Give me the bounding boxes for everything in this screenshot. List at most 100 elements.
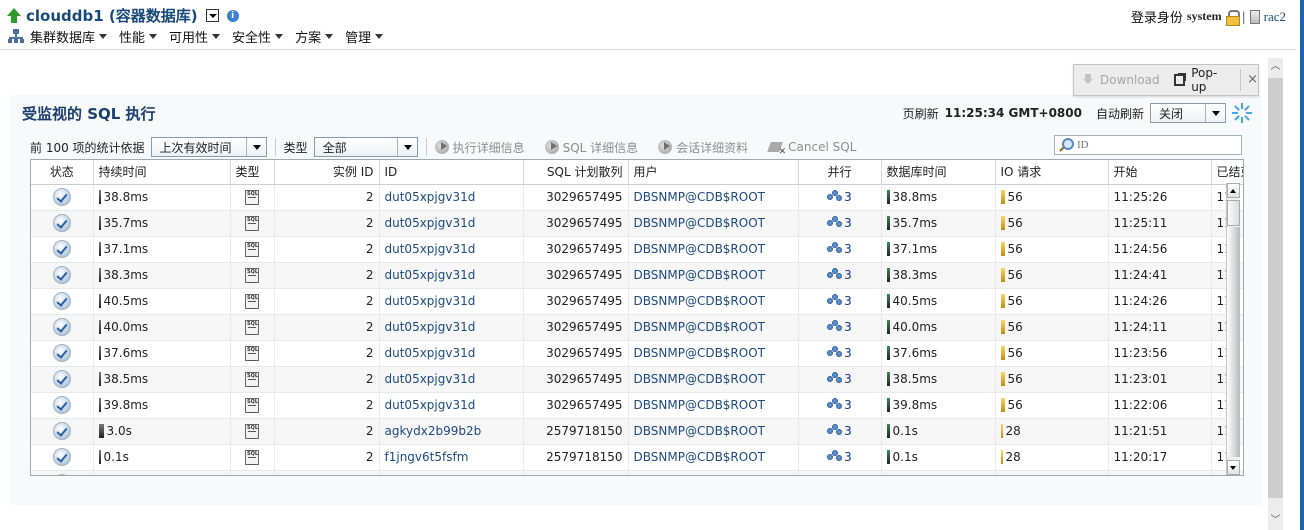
parallel-cell[interactable]: 3	[798, 392, 882, 419]
col-parallel[interactable]: 并行	[798, 160, 882, 185]
user-link[interactable]: DBSNMP@CDB$ROOT	[628, 366, 799, 393]
search-input[interactable]: ID	[1054, 135, 1242, 155]
page-scroll-thumb[interactable]	[1268, 78, 1283, 498]
go-icon	[434, 140, 449, 154]
menu-schema[interactable]: 方案	[295, 27, 334, 46]
col-end[interactable]: 已结束	[1211, 160, 1243, 185]
search-icon[interactable]	[1059, 138, 1074, 152]
page-scrollbar[interactable]: ︿ ﹀	[1268, 58, 1283, 530]
table-row[interactable]: 38.8ms 2dut05xpjgv31d3029657495DBSNMP@CDB…	[31, 184, 1243, 211]
parallel-cell[interactable]: 3	[798, 366, 882, 393]
sql-monitor-table: 状态 持续时间 类型 实例 ID ID SQL 计划散列 用户 并行 数据库时间…	[30, 159, 1244, 476]
col-start[interactable]: 开始	[1108, 160, 1212, 185]
parallel-cell[interactable]: 3	[798, 418, 882, 445]
user-link[interactable]: DBSNMP@CDB$ROOT	[628, 392, 799, 419]
table-row[interactable]: 3.0s 2agkydx2b99b2b2579718150DBSNMP@CDB$R…	[31, 418, 1243, 445]
parallel-cell[interactable]: 3	[798, 210, 882, 237]
session-details-button[interactable]: 会话详细资料	[658, 139, 748, 156]
download-button[interactable]: Download	[1082, 73, 1160, 87]
popup-button[interactable]: Pop-up	[1173, 66, 1230, 94]
col-user[interactable]: 用户	[628, 160, 799, 185]
io-bar	[1000, 190, 1005, 205]
table-row[interactable]: 37.6ms 2dut05xpjgv31d3029657495DBSNMP@CDB…	[31, 340, 1243, 367]
type-select[interactable]: 全部	[313, 137, 418, 157]
sql-id-link[interactable]: dut05xpjgv31d	[379, 366, 524, 393]
menu-security[interactable]: 安全性	[232, 27, 284, 46]
host-link[interactable]: rac2	[1264, 9, 1286, 25]
parallel-cell[interactable]: 3	[798, 236, 882, 263]
user-link[interactable]: DBSNMP@CDB$ROOT	[628, 288, 799, 315]
scroll-down-button[interactable]	[1227, 460, 1240, 475]
col-id[interactable]: ID	[379, 160, 524, 185]
parallel-cell[interactable]: 3	[798, 444, 882, 471]
scroll-thumb[interactable]	[1227, 200, 1240, 226]
info-icon[interactable]: i	[226, 9, 239, 22]
table-row[interactable]: 38.3ms 2dut05xpjgv31d3029657495DBSNMP@CDB…	[31, 262, 1243, 289]
user-link[interactable]: DBSNMP@CDB$ROOT	[628, 210, 799, 237]
parallel-cell[interactable]: 3	[798, 340, 882, 367]
scroll-up-button[interactable]	[1227, 183, 1240, 198]
chevron-up-icon[interactable]: ︿	[1268, 58, 1283, 76]
instance-id-cell: 2	[274, 366, 380, 393]
execution-details-button[interactable]: 执行详细信息	[434, 139, 525, 156]
sql-id-link[interactable]	[379, 470, 524, 475]
start-cell: 11:24:26	[1108, 288, 1212, 315]
parallel-cell[interactable]: 3	[798, 184, 882, 211]
sql-details-button[interactable]: SQL 详细信息	[544, 139, 638, 156]
close-icon[interactable]: ×	[1240, 69, 1258, 91]
sql-id-link[interactable]: dut05xpjgv31d	[379, 392, 524, 419]
duration-cell	[93, 470, 231, 475]
chevron-down-icon[interactable]: ﹀	[1268, 512, 1283, 530]
user-link[interactable]: DBSNMP@CDB$ROOT	[628, 236, 799, 263]
target-menu-dropdown[interactable]	[205, 9, 219, 22]
sql-id-link[interactable]: f1jngv6t5fsfm	[379, 444, 524, 471]
table-row[interactable]: 40.5ms 2dut05xpjgv31d3029657495DBSNMP@CDB…	[31, 288, 1243, 315]
auto-refresh-select[interactable]: 关闭	[1150, 103, 1226, 123]
user-link[interactable]: DBSNMP@CDB$ROOT	[628, 340, 799, 367]
table-row[interactable]: 35.7ms 2dut05xpjgv31d3029657495DBSNMP@CDB…	[31, 210, 1243, 237]
db-time-cell: 37.1ms	[881, 236, 996, 263]
table-row[interactable]: 39.8ms 2dut05xpjgv31d3029657495DBSNMP@CDB…	[31, 392, 1243, 419]
scroll-track[interactable]	[1227, 227, 1240, 457]
col-type[interactable]: 类型	[230, 160, 275, 185]
user-link[interactable]: DBSNMP@CDB$ROOT	[628, 418, 799, 445]
user-link[interactable]: DBSNMP@CDB$ROOT	[628, 184, 799, 211]
user-link[interactable]	[628, 470, 799, 475]
cancel-sql-button[interactable]: Cancel SQL	[768, 140, 857, 157]
table-scrollbar[interactable]	[1226, 183, 1240, 475]
page-title[interactable]: clouddb1 (容器数据库)	[26, 5, 198, 26]
menu-performance[interactable]: 性能	[119, 27, 158, 46]
col-instance-id[interactable]: 实例 ID	[274, 160, 380, 185]
sql-id-link[interactable]: dut05xpjgv31d	[379, 210, 524, 237]
status-cell	[31, 184, 94, 211]
sql-id-link[interactable]: agkydx2b99b2b	[379, 418, 524, 445]
db-time-cell: 38.5ms	[881, 366, 996, 393]
sql-id-link[interactable]: dut05xpjgv31d	[379, 288, 524, 315]
sql-id-link[interactable]: dut05xpjgv31d	[379, 236, 524, 263]
user-link[interactable]: DBSNMP@CDB$ROOT	[628, 262, 799, 289]
col-status[interactable]: 状态	[31, 160, 94, 185]
col-db-time[interactable]: 数据库时间	[881, 160, 996, 185]
parallel-cell[interactable]	[798, 470, 882, 475]
sql-id-link[interactable]: dut05xpjgv31d	[379, 340, 524, 367]
menu-cluster-database[interactable]: 集群数据库	[30, 27, 108, 46]
top-n-select[interactable]: 上次有效时间	[150, 137, 267, 157]
table-row[interactable]: 0.1s 2f1jngv6t5fsfm2579718150DBSNMP@CDB$R…	[31, 444, 1243, 471]
table-row[interactable]: 40.0ms 2dut05xpjgv31d3029657495DBSNMP@CDB…	[31, 314, 1243, 341]
sql-id-link[interactable]: dut05xpjgv31d	[379, 184, 524, 211]
sql-id-link[interactable]: dut05xpjgv31d	[379, 314, 524, 341]
user-link[interactable]: DBSNMP@CDB$ROOT	[628, 314, 799, 341]
parallel-cell[interactable]: 3	[798, 288, 882, 315]
col-io-requests[interactable]: IO 请求	[995, 160, 1109, 185]
col-duration[interactable]: 持续时间	[93, 160, 231, 185]
table-row[interactable]: 37.1ms 2dut05xpjgv31d3029657495DBSNMP@CDB…	[31, 236, 1243, 263]
col-plan-hash[interactable]: SQL 计划散列	[523, 160, 629, 185]
parallel-cell[interactable]: 3	[798, 314, 882, 341]
menu-availability[interactable]: 可用性	[169, 27, 221, 46]
sql-id-link[interactable]: dut05xpjgv31d	[379, 262, 524, 289]
table-row[interactable]: 38.5ms 2dut05xpjgv31d3029657495DBSNMP@CDB…	[31, 366, 1243, 393]
parallel-cell[interactable]: 3	[798, 262, 882, 289]
menu-administration[interactable]: 管理	[345, 27, 384, 46]
table-row[interactable]	[31, 470, 1243, 475]
user-link[interactable]: DBSNMP@CDB$ROOT	[628, 444, 799, 471]
